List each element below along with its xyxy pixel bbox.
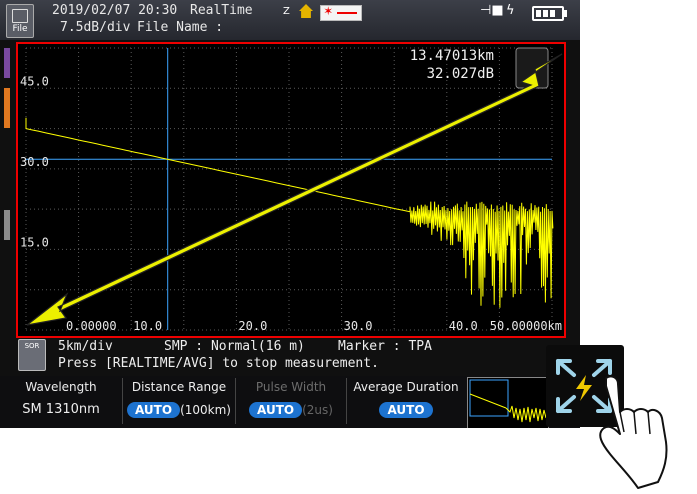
distance-range-auto-badge: AUTO	[127, 402, 181, 418]
datetime: 2019/02/07 20:30	[52, 3, 178, 18]
x-tick-label: 0.00000	[66, 319, 117, 333]
y-tick-label: 30.0	[20, 155, 49, 169]
sor-label: SOR	[24, 342, 40, 350]
wavelength-param[interactable]: Wavelength SM 1310nm	[0, 378, 123, 424]
distance-range-sub: (100km)	[180, 403, 231, 417]
pulse-width-param[interactable]: Pulse Width AUTO (2us)	[236, 378, 347, 424]
vertical-scale: 7.5dB/div	[60, 20, 131, 35]
wavelength-value: SM 1310nm	[22, 402, 100, 417]
laser-on-icon	[320, 3, 362, 21]
overview-trace[interactable]	[467, 377, 549, 428]
horizontal-scale: 5km/div	[58, 339, 113, 354]
marker-mode: Marker : TPA	[338, 339, 432, 354]
status-area: SOR 5km/div SMP : Normal(16 m) Marker : …	[16, 338, 536, 374]
y-tick-label: 45.0	[20, 74, 49, 88]
pointing-hand-icon	[599, 375, 668, 489]
x-tick-label: 10.0	[133, 319, 162, 333]
file-name-label: File Name :	[137, 20, 224, 35]
trace-plot[interactable]: 45.0 30.0 15.0 0.00000 10.0 20.0 30.0 40.0 50.00…	[16, 42, 566, 338]
measurement-mode: RealTime	[190, 3, 253, 18]
distance-range-param[interactable]: Distance Range AUTO (100km)	[123, 378, 236, 424]
x-tick-label: 20.0	[238, 319, 267, 333]
battery-icon	[532, 6, 567, 21]
pulse-width-label: Pulse Width	[255, 380, 327, 394]
x-tick-label: 30.0	[344, 319, 373, 333]
color-strip-orange	[4, 88, 10, 128]
trace-canvas: 45.0 30.0 15.0 0.00000 10.0 20.0 30.0 40.0 50.00…	[20, 47, 562, 333]
top-bar: File 2019/02/07 20:30 RealTime 7.5dB/div…	[0, 0, 580, 40]
y-tick-label: 15.0	[20, 235, 49, 249]
sor-file-icon[interactable]: SOR	[18, 339, 46, 371]
x-tick-label: 50.00000km	[490, 319, 562, 333]
wavelength-label: Wavelength	[25, 380, 97, 394]
home-zoom-icon: Z	[283, 4, 317, 20]
average-duration-auto-badge: AUTO	[379, 402, 433, 418]
color-strip-gray	[4, 210, 10, 240]
cursor-marker-box	[515, 47, 549, 89]
average-duration-label: Average Duration	[353, 380, 459, 394]
sampling-info: SMP : Normal(16 m)	[164, 339, 305, 354]
home-zoom-label: Z	[283, 6, 290, 17]
otdr-screen: File 2019/02/07 20:30 RealTime 7.5dB/div…	[0, 0, 580, 428]
cursor-loss: 32.027dB	[426, 66, 494, 82]
cursor-distance: 13.47013km	[409, 48, 494, 64]
charging-icon: ϟ	[506, 3, 515, 18]
color-strip-purple	[4, 48, 10, 78]
pulse-width-sub: (2us)	[302, 403, 333, 417]
file-icon-label: File	[12, 24, 28, 34]
status-message: Press [REALTIME/AVG] to stop measurement…	[58, 356, 379, 371]
average-duration-param[interactable]: Average Duration AUTO	[347, 378, 465, 424]
overview-trace-canvas	[469, 379, 547, 423]
file-icon[interactable]: File	[6, 4, 34, 38]
distance-range-label: Distance Range	[131, 380, 227, 394]
pulse-width-auto-badge: AUTO	[249, 402, 303, 418]
plug-icon: ⊣■	[480, 3, 504, 18]
x-tick-label: 40.0	[449, 319, 478, 333]
